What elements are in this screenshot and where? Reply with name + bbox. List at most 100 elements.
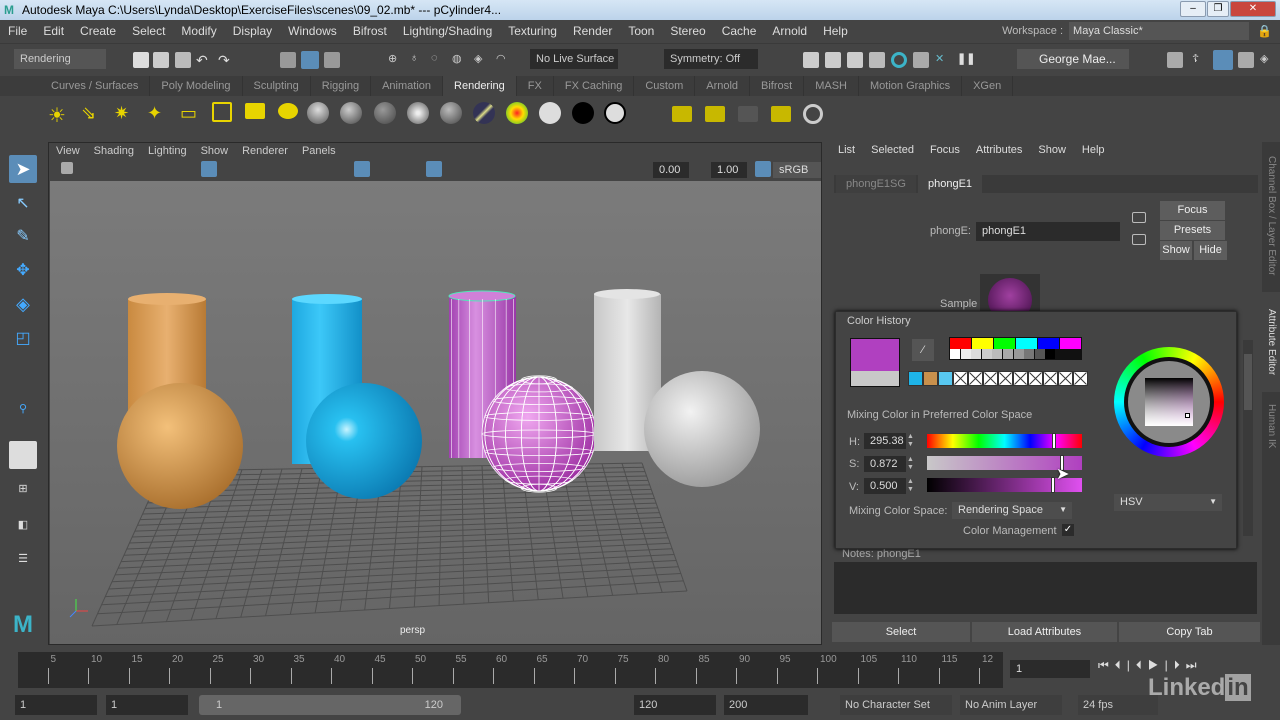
palette-swatch[interactable] xyxy=(960,349,971,359)
hue-stepper[interactable]: ▲ ▼ xyxy=(907,433,918,449)
open-scene-icon[interactable] xyxy=(153,52,169,68)
move-tool-icon[interactable]: ✥ xyxy=(9,257,37,285)
live-surface-field[interactable]: No Live Surface xyxy=(530,49,618,69)
presets-button[interactable]: Presets xyxy=(1160,221,1225,240)
tab-channel-box[interactable]: Channel Box / Layer Editor xyxy=(1262,146,1280,286)
minimize-button[interactable]: – xyxy=(1180,1,1206,17)
vp-menu-lighting[interactable]: Lighting xyxy=(141,143,194,159)
render-settings-shelf-icon[interactable] xyxy=(803,104,823,124)
palette-swatch[interactable] xyxy=(971,349,982,359)
select-button[interactable]: Select xyxy=(832,622,970,642)
empty-history-swatch[interactable] xyxy=(1028,371,1043,386)
copy-tab-button[interactable]: Copy Tab xyxy=(1119,622,1260,642)
shelf-tab-motion-graphics[interactable]: Motion Graphics xyxy=(859,76,963,96)
single-view-icon[interactable] xyxy=(9,441,37,469)
ramp-shader-icon[interactable] xyxy=(506,102,528,124)
menu-lighting-shading[interactable]: Lighting/Shading xyxy=(395,24,500,38)
menu-stereo[interactable]: Stereo xyxy=(662,24,713,38)
color-mode-dropdown[interactable]: HSV ▼ xyxy=(1114,494,1222,511)
shelf-tab-custom[interactable]: Custom xyxy=(634,76,696,96)
timeline-track[interactable]: 5 10 15 20 25 30 35 40 45 50 55 60 65 70 75 80 85 90 95 100… xyxy=(18,652,1003,688)
render-settings-icon[interactable] xyxy=(869,52,885,68)
menu-file[interactable]: File xyxy=(0,24,35,38)
palette-swatch[interactable] xyxy=(972,338,993,349)
user-account-dropdown[interactable]: George Mae... xyxy=(1017,49,1129,69)
hypershade-icon[interactable] xyxy=(891,52,907,68)
history-swatch[interactable] xyxy=(908,371,923,386)
scale-tool-icon[interactable]: ◰ xyxy=(9,325,37,353)
smooth-shade-icon[interactable] xyxy=(354,161,370,177)
shelf-tab-animation[interactable]: Animation xyxy=(371,76,444,96)
vp-menu-show[interactable]: Show xyxy=(194,143,236,159)
maximize-button[interactable]: ❐ xyxy=(1207,1,1229,17)
volume-light-icon[interactable] xyxy=(212,102,232,122)
redo-icon[interactable]: ↷ xyxy=(218,52,234,68)
paint-select-icon[interactable]: ✎ xyxy=(9,223,37,251)
rotate-tool-icon[interactable]: ◈ xyxy=(9,290,37,318)
save-scene-icon[interactable] xyxy=(175,52,191,68)
shadow-matte-icon[interactable] xyxy=(572,102,594,124)
hue-field[interactable]: 295.38 xyxy=(864,433,906,449)
shelf-tab-mash[interactable]: MASH xyxy=(804,76,859,96)
shelf-tab-rendering[interactable]: Rendering xyxy=(443,76,517,96)
menu-help[interactable]: Help xyxy=(815,24,856,38)
shelf-tab-fx[interactable]: FX xyxy=(517,76,554,96)
ipr-render-icon[interactable] xyxy=(847,52,863,68)
palette-swatch[interactable] xyxy=(1038,338,1059,349)
tab-human-ik[interactable]: Human IK xyxy=(1262,396,1280,456)
palette-swatch[interactable] xyxy=(1013,349,1024,359)
menu-render[interactable]: Render xyxy=(565,24,620,38)
spot-light-icon[interactable]: ✦ xyxy=(147,103,163,123)
menu-toon[interactable]: Toon xyxy=(620,24,662,38)
history-swatch[interactable] xyxy=(938,371,953,386)
palette-swatch[interactable] xyxy=(981,349,992,359)
render-layer-icon[interactable] xyxy=(672,106,692,122)
palette-swatch[interactable] xyxy=(1034,349,1045,359)
anim-start-field[interactable]: 1 xyxy=(106,695,188,715)
snap-view-icon[interactable]: ◍ xyxy=(452,52,468,68)
current-frame-field[interactable]: 1 xyxy=(1010,660,1090,678)
select-object-icon[interactable] xyxy=(301,51,319,69)
palette-swatch[interactable] xyxy=(950,349,960,359)
select-component-icon[interactable] xyxy=(324,52,340,68)
menu-arnold[interactable]: Arnold xyxy=(764,24,815,38)
menu-create[interactable]: Create xyxy=(72,24,124,38)
four-view-icon[interactable]: ⊞ xyxy=(9,475,37,503)
palette-swatch[interactable] xyxy=(1045,349,1056,359)
ae-menu-help[interactable]: Help xyxy=(1074,142,1113,158)
shelf-tab-curves[interactable]: Curves / Surfaces xyxy=(40,76,151,96)
anisotropic-shader-icon[interactable] xyxy=(473,102,495,124)
menu-modify[interactable]: Modify xyxy=(173,24,224,38)
3d-viewport[interactable]: persp xyxy=(50,181,821,644)
palette-swatch[interactable] xyxy=(1003,349,1013,359)
load-attributes-button[interactable]: Load Attributes xyxy=(972,622,1117,642)
empty-history-swatch[interactable] xyxy=(998,371,1013,386)
camera-icon[interactable] xyxy=(245,103,265,119)
vp-menu-view[interactable]: View xyxy=(49,143,87,159)
history-swatch[interactable] xyxy=(923,371,938,386)
snap-surface-icon[interactable]: ◈ xyxy=(474,52,490,68)
shelf-tab-sculpting[interactable]: Sculpting xyxy=(243,76,311,96)
empty-history-swatch[interactable] xyxy=(983,371,998,386)
shelf-tab-fx-caching[interactable]: FX Caching xyxy=(554,76,635,96)
empty-history-swatch[interactable] xyxy=(1058,371,1073,386)
purple-sphere-wireframe[interactable] xyxy=(481,375,597,493)
menu-select[interactable]: Select xyxy=(124,24,173,38)
empty-history-swatch[interactable] xyxy=(1073,371,1088,386)
value-stepper[interactable]: ▲ ▼ xyxy=(907,478,918,494)
render-view-icon[interactable] xyxy=(803,52,819,68)
human-ik-icon[interactable]: ☦ xyxy=(1192,52,1208,68)
playback-controls[interactable]: ⏮⏴|⏴▶|⏵⏭ xyxy=(1098,658,1203,673)
color-management-icon[interactable] xyxy=(755,161,771,177)
palette-swatch[interactable] xyxy=(1024,349,1035,359)
menuset-dropdown[interactable]: Rendering xyxy=(14,49,106,69)
render-frame-icon[interactable] xyxy=(825,52,841,68)
history-swatches[interactable] xyxy=(908,371,1088,388)
snap-grid-icon[interactable]: ⊕ xyxy=(388,52,404,68)
ae-scrollbar[interactable] xyxy=(1243,340,1253,536)
tab-phonge1sg[interactable]: phongE1SG xyxy=(836,175,916,193)
empty-history-swatch[interactable] xyxy=(953,371,968,386)
orange-sphere[interactable] xyxy=(117,383,243,509)
select-tool-icon[interactable]: ➤ xyxy=(9,155,37,183)
blue-sphere[interactable] xyxy=(306,383,422,499)
